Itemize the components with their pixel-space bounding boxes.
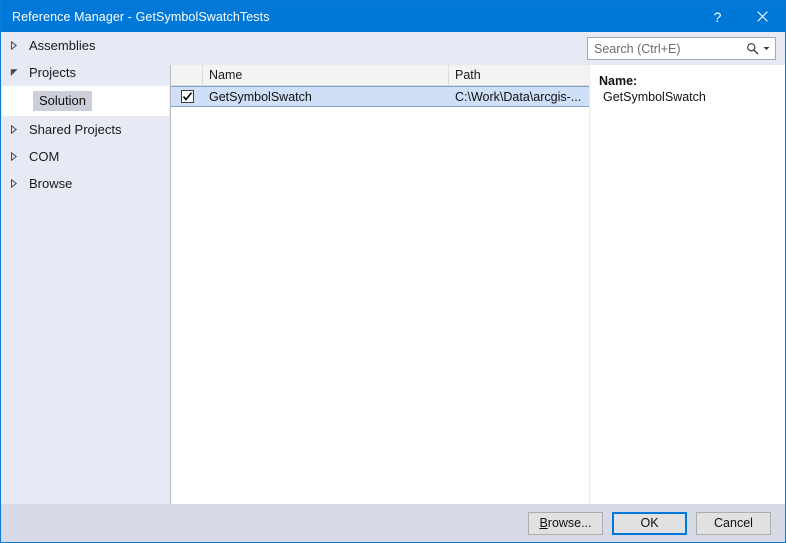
table-row[interactable]: GetSymbolSwatch C:\Work\Data\arcgis-... xyxy=(171,86,589,107)
cancel-button[interactable]: Cancel xyxy=(696,511,771,535)
sidebar-item-solution[interactable]: Solution xyxy=(2,86,169,116)
chevron-right-icon[interactable] xyxy=(10,179,27,188)
chevron-down-icon[interactable] xyxy=(763,46,770,51)
references-list: Name Path GetSymbolSwatch C:\Work\Data\a… xyxy=(170,65,589,504)
sidebar-item-label: Shared Projects xyxy=(29,122,122,137)
search-icon[interactable] xyxy=(746,42,759,55)
close-icon xyxy=(757,11,768,22)
sidebar-item-projects[interactable]: Projects xyxy=(2,59,169,86)
column-header-name[interactable]: Name xyxy=(203,65,449,85)
detail-name-value: GetSymbolSwatch xyxy=(603,90,706,104)
close-button[interactable] xyxy=(740,1,785,32)
dialog-body: Assemblies Projects Solution Shared Proj… xyxy=(1,32,785,504)
browse-accel: B xyxy=(539,516,548,530)
category-tree: Assemblies Projects Solution Shared Proj… xyxy=(2,32,169,504)
chevron-right-icon[interactable] xyxy=(10,125,27,134)
check-icon xyxy=(182,92,192,101)
sidebar-item-label: Assemblies xyxy=(29,38,96,53)
reference-manager-dialog: Reference Manager - GetSymbolSwatchTests… xyxy=(0,0,786,543)
sidebar-item-label: Projects xyxy=(29,65,76,80)
sidebar-item-label: Browse xyxy=(29,176,73,191)
title-bar-buttons: ? xyxy=(695,1,785,32)
title-bar[interactable]: Reference Manager - GetSymbolSwatchTests… xyxy=(1,1,785,32)
list-header: Name Path xyxy=(171,65,589,86)
sidebar-item-com[interactable]: COM xyxy=(2,143,169,170)
search-box-icons xyxy=(746,42,775,55)
ok-button[interactable]: OK xyxy=(612,511,687,535)
chevron-down-icon[interactable] xyxy=(10,68,27,77)
column-header-check[interactable] xyxy=(171,65,203,85)
row-name: GetSymbolSwatch xyxy=(209,89,312,104)
dialog-footer: Browse... OK Cancel xyxy=(1,504,785,542)
sidebar-item-browse[interactable]: Browse xyxy=(2,170,169,197)
window-title: Reference Manager - GetSymbolSwatchTests xyxy=(12,9,270,24)
detail-name-label: Name: xyxy=(599,74,638,88)
sidebar-item-shared-projects[interactable]: Shared Projects xyxy=(2,116,169,143)
browse-label-rest: rowse... xyxy=(547,516,592,530)
search-box[interactable]: Search (Ctrl+E) xyxy=(587,37,776,60)
row-path: C:\Work\Data\arcgis-... xyxy=(455,89,582,104)
sidebar-item-label: Solution xyxy=(33,91,92,111)
sidebar-item-assemblies[interactable]: Assemblies xyxy=(2,32,169,59)
column-header-path[interactable]: Path xyxy=(449,65,589,85)
row-checkbox[interactable] xyxy=(180,90,194,103)
chevron-right-icon[interactable] xyxy=(10,41,27,50)
browse-button[interactable]: Browse... xyxy=(528,511,603,535)
sidebar-item-label: COM xyxy=(29,149,60,164)
search-input[interactable]: Search (Ctrl+E) xyxy=(588,42,746,56)
row-checkbox-cell[interactable] xyxy=(171,90,203,103)
detail-pane: Name: GetSymbolSwatch xyxy=(590,65,785,504)
help-button[interactable]: ? xyxy=(695,1,740,32)
chevron-right-icon[interactable] xyxy=(10,152,27,161)
